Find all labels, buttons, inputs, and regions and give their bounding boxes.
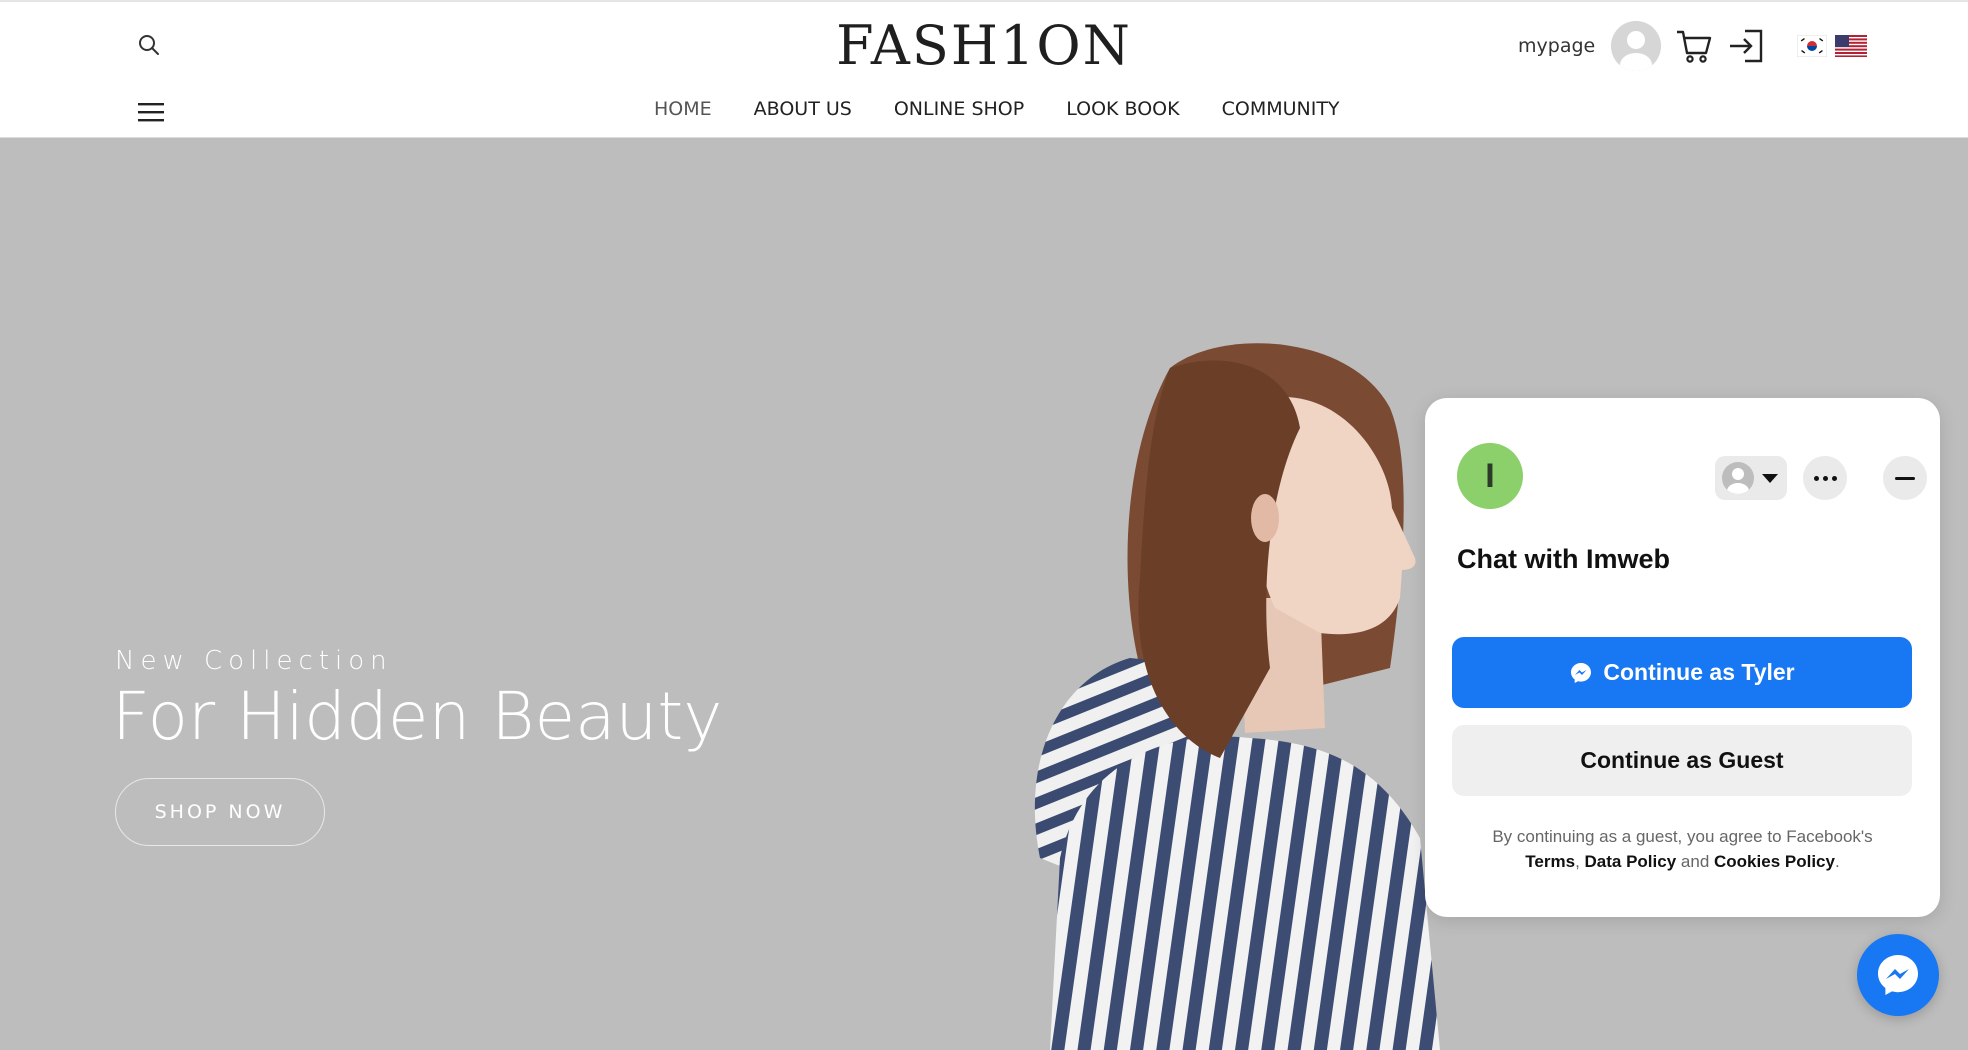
- nav-about-us[interactable]: ABOUT US: [733, 98, 873, 120]
- account-switcher[interactable]: [1715, 456, 1787, 500]
- site-header: FASH1ON HOME ABOUT US ONLINE SHOP LOOK B…: [0, 0, 1968, 138]
- page-logo: I: [1457, 443, 1523, 509]
- nav-look-book[interactable]: LOOK BOOK: [1045, 98, 1200, 120]
- nav-online-shop[interactable]: ONLINE SHOP: [873, 98, 1045, 120]
- login-icon[interactable]: [1727, 27, 1765, 65]
- chevron-down-icon: [1762, 473, 1778, 483]
- cookies-policy-link[interactable]: Cookies Policy: [1714, 852, 1835, 871]
- flag-korea-icon[interactable]: [1797, 35, 1828, 57]
- hero-subtitle: New Collection: [115, 646, 393, 676]
- hero-title: For Hidden Beauty: [112, 678, 723, 755]
- header-tools: mypage: [1518, 18, 1868, 74]
- model-photo: [1034, 343, 1440, 1050]
- menu-icon[interactable]: [138, 100, 166, 124]
- legal-and: and: [1680, 852, 1710, 871]
- shop-now-button[interactable]: SHOP NOW: [115, 778, 325, 846]
- chat-title: Chat with Imweb: [1457, 544, 1671, 574]
- terms-link[interactable]: Terms: [1525, 852, 1575, 871]
- continue-as-guest-button[interactable]: Continue as Guest: [1452, 725, 1912, 796]
- continue-as-user-button[interactable]: Continue as Tyler: [1452, 637, 1912, 708]
- messenger-launcher-button[interactable]: [1857, 934, 1939, 1016]
- minimize-button[interactable]: [1883, 456, 1927, 500]
- messenger-icon: [1878, 955, 1918, 995]
- cart-icon[interactable]: [1675, 27, 1713, 65]
- mypage-link[interactable]: mypage: [1518, 35, 1595, 57]
- user-avatar-icon: [1722, 462, 1754, 494]
- flag-usa-icon[interactable]: [1835, 35, 1868, 57]
- avatar-icon[interactable]: [1611, 21, 1662, 71]
- legal-text: By continuing as a guest, you agree to F…: [1492, 827, 1873, 846]
- messenger-icon: [1571, 662, 1592, 683]
- legal-notice: By continuing as a guest, you agree to F…: [1492, 827, 1873, 871]
- nav-home[interactable]: HOME: [633, 98, 733, 120]
- data-policy-link[interactable]: Data Policy: [1585, 852, 1677, 871]
- main-nav: HOME ABOUT US ONLINE SHOP LOOK BOOK COMM…: [633, 98, 1361, 120]
- continue-as-user-label: Continue as Tyler: [1603, 659, 1795, 685]
- more-options-button[interactable]: [1803, 456, 1847, 500]
- nav-community[interactable]: COMMUNITY: [1201, 98, 1361, 120]
- messenger-chat-panel: I Chat with Imweb Continue as Tyler Cont…: [1425, 398, 1940, 917]
